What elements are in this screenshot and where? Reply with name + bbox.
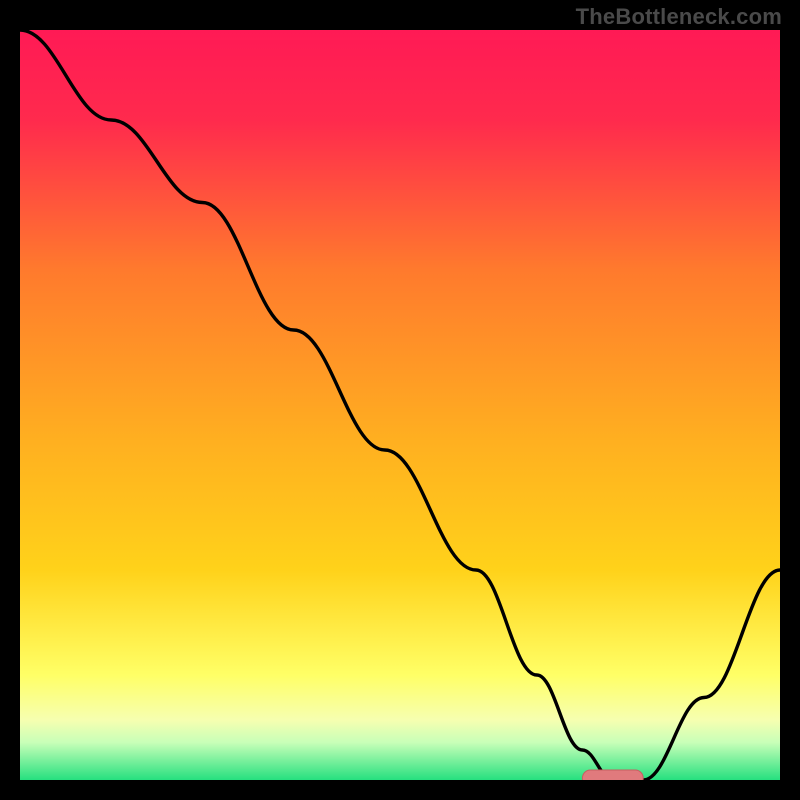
chart-svg bbox=[20, 30, 780, 780]
gradient-background bbox=[20, 30, 780, 780]
optimal-range-marker bbox=[582, 770, 643, 780]
plot-area bbox=[20, 30, 780, 780]
watermark-text: TheBottleneck.com bbox=[576, 4, 782, 30]
chart-frame: TheBottleneck.com bbox=[0, 0, 800, 800]
